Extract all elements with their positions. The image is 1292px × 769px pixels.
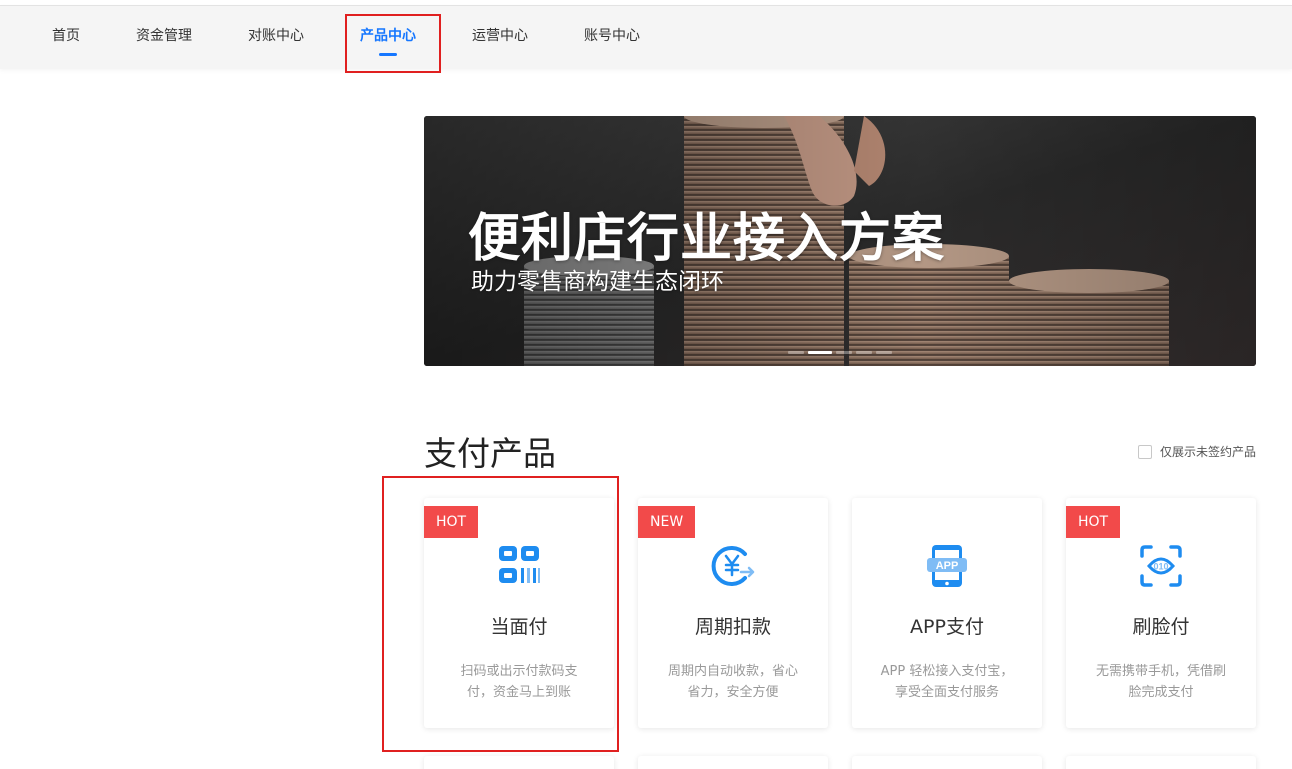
product-card-app-pay[interactable]: APP APP支付 APP 轻松接入支付宝，享受全面支付服务 (852, 498, 1042, 728)
top-nav-bar: 首页 资金管理 对账中心 产品中心 运营中心 账号中心 (0, 5, 1292, 69)
new-badge: NEW (638, 506, 696, 538)
nav-item-label: 资金管理 (136, 28, 192, 44)
filter-label: 仅展示未签约产品 (1160, 445, 1257, 459)
unsigned-filter-toggle[interactable]: 仅展示未签约产品 (1138, 443, 1256, 460)
section-title: 支付产品 (424, 434, 556, 473)
product-card[interactable] (1066, 756, 1256, 769)
active-tab-indicator (379, 53, 397, 56)
qr-scan-icon (499, 546, 540, 583)
product-name: APP支付 (910, 616, 984, 638)
product-card[interactable] (638, 756, 828, 769)
app-phone-icon: APP (927, 545, 967, 587)
carousel-dot[interactable] (876, 351, 892, 354)
product-card[interactable] (852, 756, 1042, 769)
carousel-dot[interactable] (788, 351, 804, 354)
face-scan-icon: 010 (1140, 545, 1182, 587)
nav-item-label: 账号中心 (584, 28, 640, 44)
product-description: 无需携带手机，凭借刷脸完成支付 (1095, 664, 1226, 700)
carousel-dot-active[interactable] (808, 351, 832, 354)
product-name: 当面付 (490, 616, 548, 638)
product-name: 刷脸付 (1132, 616, 1190, 638)
hot-badge: HOT (1066, 506, 1121, 538)
product-description: APP 轻松接入支付宝，享受全面支付服务 (880, 664, 1014, 700)
nav-item-home[interactable]: 首页 (52, 6, 80, 70)
product-description: 周期内自动收款，省心省力，安全方便 (667, 664, 798, 700)
nav-item-label: 产品中心 (360, 28, 416, 44)
product-card-face-pay[interactable]: HOT 010 刷脸付 无需携带手机，凭借刷脸完成支付 (1066, 498, 1256, 728)
nav-item-label: 对账中心 (248, 28, 304, 44)
promo-banner[interactable]: 便利店行业接入方案 助力零售商构建生态闭环 (424, 116, 1256, 366)
nav-item-products[interactable]: 产品中心 (360, 6, 416, 70)
carousel-dot[interactable] (836, 351, 852, 354)
hot-badge: HOT (424, 506, 479, 538)
carousel-indicators (788, 351, 892, 355)
nav-item-account[interactable]: 账号中心 (584, 6, 640, 70)
nav-item-funds[interactable]: 资金管理 (136, 6, 192, 70)
product-card-face-to-face[interactable]: HOT 当面付 扫码或出示付款码支付，资金马上到账 (424, 498, 614, 728)
banner-subtitle: 助力零售商构建生态闭环 (471, 269, 724, 295)
svg-text:APP: APP (936, 560, 959, 572)
product-description: 扫码或出示付款码支付，资金马上到账 (460, 664, 578, 700)
nav-item-label: 首页 (52, 28, 80, 44)
product-name: 周期扣款 (694, 616, 771, 638)
nav-item-reconciliation[interactable]: 对账中心 (248, 6, 304, 70)
nav-item-operations[interactable]: 运营中心 (472, 6, 528, 70)
yen-cycle-icon (711, 546, 755, 586)
svg-text:010: 010 (1153, 562, 1168, 572)
banner-title: 便利店行业接入方案 (468, 209, 946, 269)
filter-checkbox[interactable] (1138, 444, 1152, 459)
nav-item-label: 运营中心 (472, 28, 528, 44)
carousel-dot[interactable] (856, 351, 872, 354)
product-card-periodic-debit[interactable]: NEW 周期扣款 周期内自动收款，省心省力，安全方便 (638, 498, 828, 728)
product-card[interactable] (424, 756, 614, 769)
